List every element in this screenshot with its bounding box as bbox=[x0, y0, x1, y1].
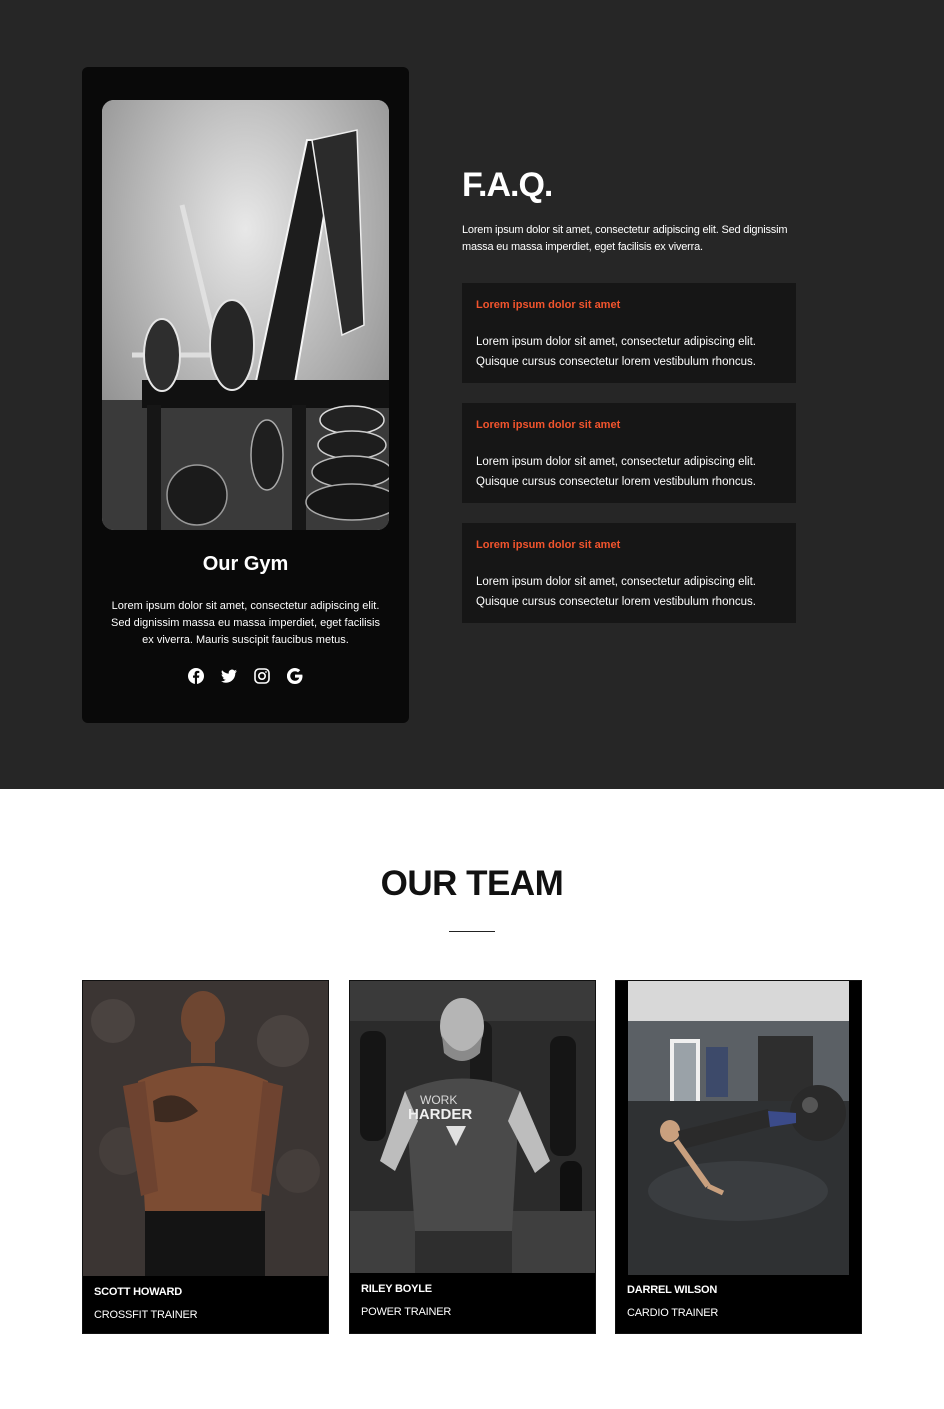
gym-card-title: Our Gym bbox=[202, 553, 289, 575]
team-member-name: RILEY BOYLE bbox=[361, 1283, 432, 1295]
faq-question[interactable]: Lorem ipsum dolor sit amet bbox=[476, 539, 620, 551]
faq-item[interactable]: Lorem ipsum dolor sit amet Lorem ipsum d… bbox=[462, 283, 796, 383]
faq-item[interactable]: Lorem ipsum dolor sit amet Lorem ipsum d… bbox=[462, 403, 796, 503]
facebook-icon[interactable] bbox=[188, 668, 204, 684]
google-icon[interactable] bbox=[287, 668, 303, 684]
team-member-name: SCOTT HOWARD bbox=[94, 1286, 183, 1298]
team-member-role: CROSSFIT TRAINER bbox=[94, 1309, 198, 1321]
faq-title: F.A.Q. bbox=[462, 166, 553, 204]
faq-item[interactable]: Lorem ipsum dolor sit amet Lorem ipsum d… bbox=[462, 523, 796, 623]
faq-answer: Lorem ipsum dolor sit amet, consectetur … bbox=[476, 576, 756, 608]
team-member-role: POWER TRAINER bbox=[361, 1306, 452, 1318]
shirt-text-work: WORK bbox=[420, 1093, 457, 1107]
faq-question[interactable]: Lorem ipsum dolor sit amet bbox=[476, 419, 620, 431]
faq-intro: Lorem ipsum dolor sit amet, consectetur … bbox=[462, 224, 788, 253]
team-member-photo: WORK HARDER bbox=[350, 981, 595, 1273]
gym-card-description: Lorem ipsum dolor sit amet, consectetur … bbox=[110, 600, 380, 646]
shirt-text-harder: HARDER bbox=[408, 1106, 472, 1123]
team-member-photo bbox=[628, 981, 849, 1275]
title-divider bbox=[449, 931, 495, 932]
team-member-photo bbox=[83, 981, 328, 1276]
team-member-role: CARDIO TRAINER bbox=[627, 1307, 719, 1319]
gym-equipment-photo bbox=[102, 100, 389, 530]
team-member-card[interactable]: SCOTT HOWARD CROSSFIT TRAINER bbox=[82, 980, 329, 1334]
team-title: OUR TEAM bbox=[380, 864, 564, 903]
team-member-card[interactable]: DARREL WILSON CARDIO TRAINER bbox=[615, 980, 862, 1334]
team-member-card[interactable]: WORK HARDER RILEY BOYLE POWER TRAINER bbox=[349, 980, 596, 1334]
instagram-icon[interactable] bbox=[254, 668, 270, 684]
team-member-name: DARREL WILSON bbox=[627, 1284, 718, 1296]
social-links bbox=[82, 668, 409, 684]
faq-answer: Lorem ipsum dolor sit amet, consectetur … bbox=[476, 456, 756, 488]
twitter-icon[interactable] bbox=[221, 668, 237, 684]
faq-answer: Lorem ipsum dolor sit amet, consectetur … bbox=[476, 336, 756, 368]
faq-question[interactable]: Lorem ipsum dolor sit amet bbox=[476, 299, 620, 311]
gym-card: Our Gym Lorem ipsum dolor sit amet, cons… bbox=[82, 67, 409, 723]
faq-section: Our Gym Lorem ipsum dolor sit amet, cons… bbox=[0, 0, 944, 789]
